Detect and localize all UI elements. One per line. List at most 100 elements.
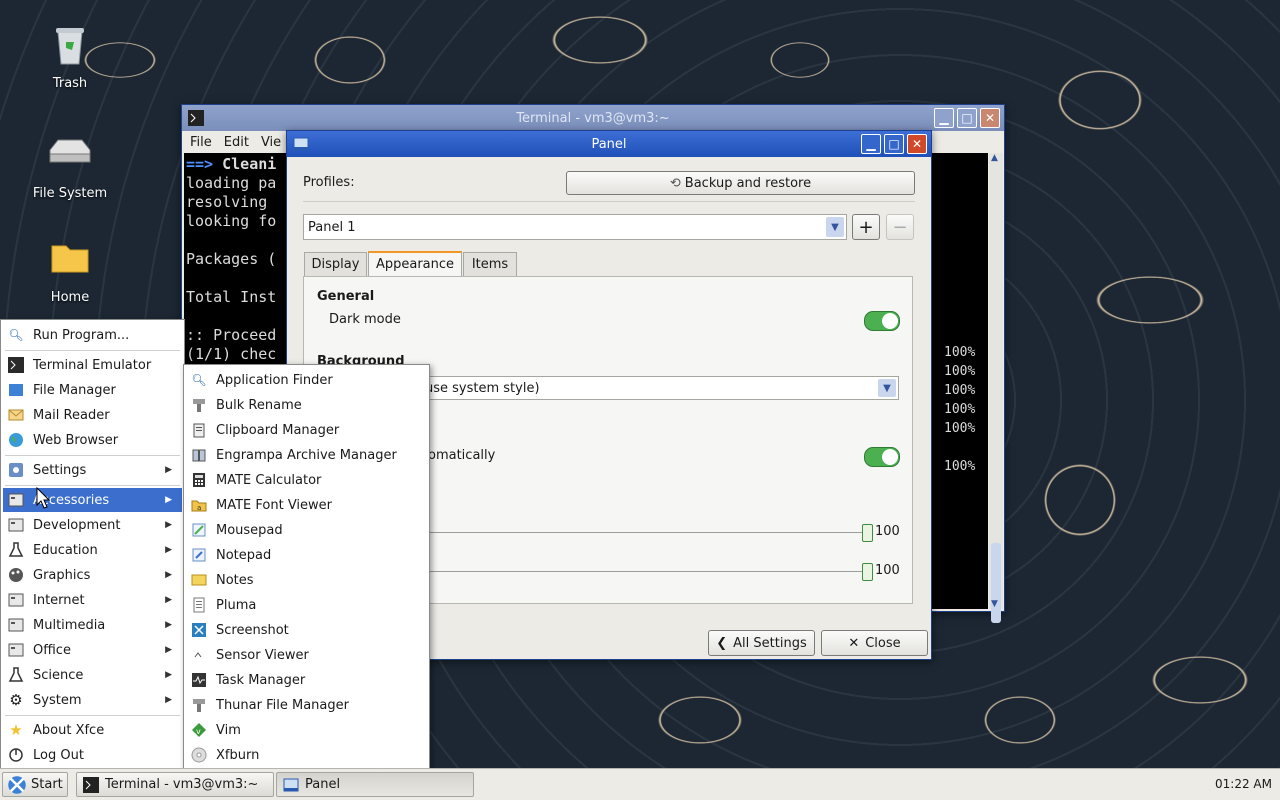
accessories-icon — [8, 492, 24, 508]
menu-separator — [5, 350, 180, 351]
close-button[interactable]: ✕ — [980, 108, 1000, 128]
menu-item-education[interactable]: Education ▶ — [3, 538, 182, 562]
task-panel[interactable]: Panel — [276, 772, 474, 797]
menu-file[interactable]: File — [190, 135, 212, 150]
menu-item-clipboard-manager[interactable]: Clipboard Manager — [186, 418, 427, 442]
menu-item-sensor-viewer[interactable]: Sensor Viewer — [186, 643, 427, 667]
menu-item-engrampa-archive-manager[interactable]: Engrampa Archive Manager — [186, 443, 427, 467]
gear-icon: ⚙ — [9, 691, 23, 709]
menu-item-science[interactable]: Science ▶ — [3, 663, 182, 687]
font-icon: a — [191, 497, 207, 513]
desktop-icon-home[interactable]: Home — [20, 234, 120, 305]
submenu-arrow-icon: ▶ — [165, 465, 172, 475]
clock[interactable]: 01:22 AM — [1215, 777, 1272, 791]
file-manager-icon — [8, 382, 24, 398]
menu-item-terminal-emulator[interactable]: Terminal Emulator — [3, 353, 182, 377]
desktop-icon-label: Home — [50, 290, 90, 305]
menu-item-internet[interactable]: Internet ▶ — [3, 588, 182, 612]
minimize-button[interactable]: ▁ — [861, 134, 881, 154]
menu-item-bulk-rename[interactable]: Bulk Rename — [186, 393, 427, 417]
tab-appearance[interactable]: Appearance — [368, 251, 462, 276]
menu-item-file-manager[interactable]: File Manager — [3, 378, 182, 402]
all-settings-button[interactable]: ❮ All Settings — [708, 630, 815, 656]
menu-item-application-finder[interactable]: 🔍︎ Application Finder — [186, 368, 427, 392]
desktop-icon-trash[interactable]: Trash — [20, 20, 120, 91]
start-button[interactable]: Start — [2, 772, 68, 797]
terminal-titlebar[interactable]: Terminal - vm3@vm3:~ ▁ □ ✕ — [182, 105, 1004, 131]
menu-item-web-browser[interactable]: Web Browser — [3, 428, 182, 452]
desktop-icon-file-system[interactable]: File System — [20, 130, 120, 201]
progress-percent: 100% — [944, 421, 976, 436]
slider-track[interactable] — [428, 571, 864, 572]
globe-icon — [8, 432, 24, 448]
submenu-arrow-icon: ▶ — [165, 620, 172, 630]
menu-item-notes[interactable]: Notes — [186, 568, 427, 592]
backup-restore-button[interactable]: ⟲ Backup and restore — [566, 171, 915, 195]
vim-icon: v — [191, 722, 207, 738]
menu-item-mate-calculator[interactable]: MATE Calculator — [186, 468, 427, 492]
dark-mode-toggle[interactable] — [864, 311, 900, 331]
style-select[interactable]: use system style) ▼ — [420, 376, 899, 400]
menu-item-about-xfce[interactable]: ★ About Xfce — [3, 718, 182, 742]
search-icon: 🔍︎ — [191, 373, 207, 387]
menu-item-graphics[interactable]: Graphics ▶ — [3, 563, 182, 587]
menu-item-notepad[interactable]: Notepad — [186, 543, 427, 567]
menu-item-mail-reader[interactable]: Mail Reader — [3, 403, 182, 427]
multimedia-icon — [8, 617, 24, 633]
slider-value: 100 — [875, 524, 900, 539]
terminal-scrollbar[interactable]: ▲ ▼ — [989, 153, 1003, 623]
tab-items[interactable]: Items — [463, 252, 517, 276]
task-terminal[interactable]: Terminal - vm3@vm3:~ — [76, 772, 274, 797]
calculator-icon — [191, 472, 207, 488]
slider-track[interactable] — [428, 532, 864, 533]
panel-titlebar[interactable]: Panel ▁ □ ✕ — [287, 131, 931, 157]
chevron-down-icon: ▼ — [826, 217, 844, 237]
tab-display[interactable]: Display — [304, 252, 367, 276]
close-dialog-button[interactable]: ✕ Close — [821, 630, 928, 656]
search-icon: 🔍︎ — [8, 328, 24, 342]
menu-item-mousepad[interactable]: Mousepad — [186, 518, 427, 542]
start-menu: 🔍︎ Run Program... Terminal Emulator File … — [0, 319, 185, 771]
menu-item-accessories[interactable]: Accessories ▶ — [3, 488, 182, 512]
menu-item-system[interactable]: ⚙ System ▶ — [3, 688, 182, 712]
menu-separator — [5, 485, 180, 486]
menu-item-mate-font-viewer[interactable]: a MATE Font Viewer — [186, 493, 427, 517]
slider-handle[interactable] — [862, 524, 873, 542]
menu-item-run-program[interactable]: 🔍︎ Run Program... — [3, 323, 182, 347]
submenu-arrow-icon: ▶ — [165, 495, 172, 505]
mouse-cursor-icon — [36, 487, 50, 509]
pluma-icon — [191, 597, 207, 613]
menu-item-settings[interactable]: Settings ▶ — [3, 458, 182, 482]
menu-item-screenshot[interactable]: Screenshot — [186, 618, 427, 642]
add-panel-button[interactable]: + — [852, 214, 880, 240]
screenshot-icon — [191, 622, 207, 638]
menu-item-thunar-file-manager[interactable]: Thunar File Manager — [186, 693, 427, 717]
panel-select[interactable]: Panel 1 ▼ — [303, 214, 847, 240]
maximize-button[interactable]: □ — [884, 134, 904, 154]
menu-item-xfburn[interactable]: Xfburn — [186, 743, 427, 767]
menu-view[interactable]: Vie — [261, 135, 281, 150]
progress-percent: 100% — [944, 364, 976, 379]
submenu-arrow-icon: ▶ — [165, 545, 172, 555]
remove-panel-button[interactable]: − — [886, 214, 914, 240]
close-button[interactable]: ✕ — [907, 134, 927, 154]
menu-item-log-out[interactable]: Log Out — [3, 743, 182, 767]
flask-icon — [8, 667, 24, 683]
menu-item-multimedia[interactable]: Multimedia ▶ — [3, 613, 182, 637]
menu-edit[interactable]: Edit — [224, 135, 249, 150]
menu-item-vim[interactable]: v Vim — [186, 718, 427, 742]
rename-icon — [191, 397, 207, 413]
mousepad-icon — [191, 522, 207, 538]
maximize-button[interactable]: □ — [957, 108, 977, 128]
menu-item-pluma[interactable]: Pluma — [186, 593, 427, 617]
submenu-arrow-icon: ▶ — [165, 670, 172, 680]
menu-item-development[interactable]: Development ▶ — [3, 513, 182, 537]
desktop-icon-label: Trash — [52, 76, 88, 91]
menu-item-office[interactable]: Office ▶ — [3, 638, 182, 662]
flask-icon — [8, 542, 24, 558]
slider-handle[interactable] — [862, 563, 873, 581]
auto-toggle[interactable] — [864, 447, 900, 467]
menu-separator — [5, 455, 180, 456]
minimize-button[interactable]: ▁ — [934, 108, 954, 128]
menu-item-task-manager[interactable]: Task Manager — [186, 668, 427, 692]
